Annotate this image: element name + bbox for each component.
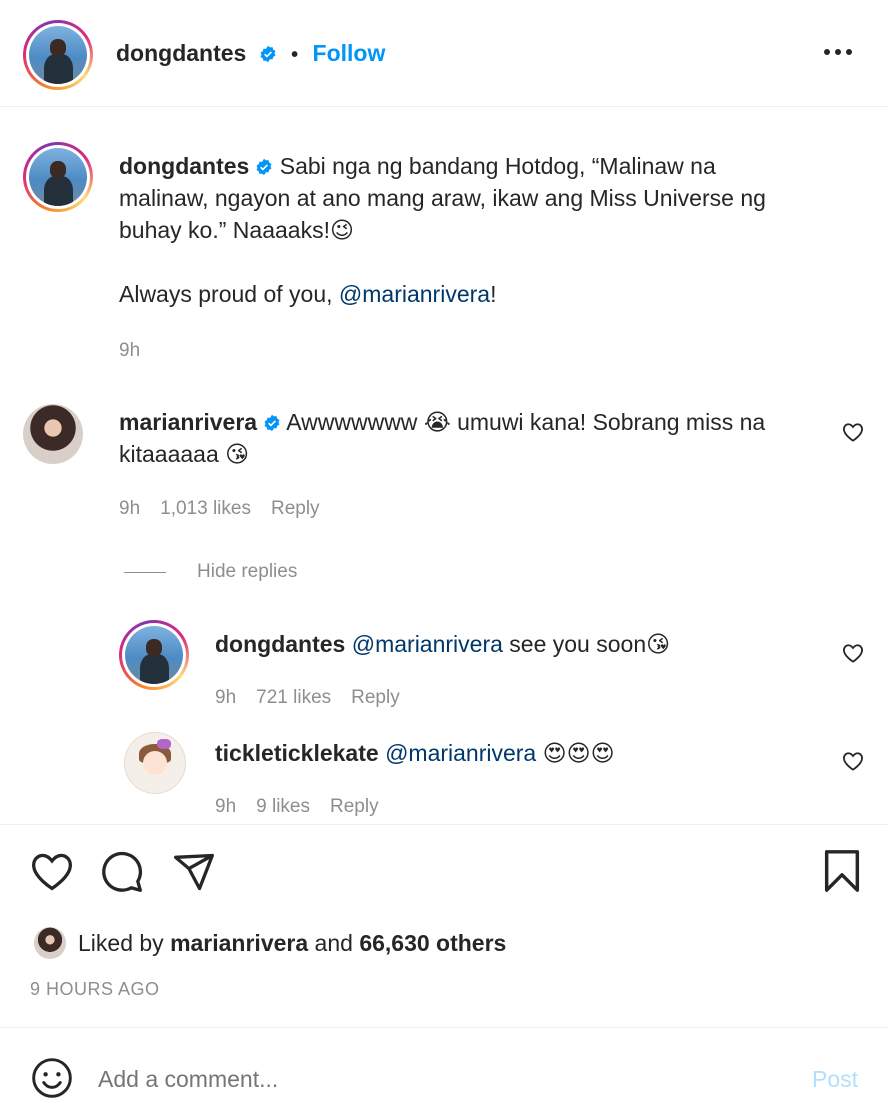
header-username-row: dongdantes • Follow xyxy=(116,40,385,67)
heart-icon[interactable] xyxy=(30,850,74,892)
comment-icon[interactable] xyxy=(100,850,144,894)
comment-text-part1: Awwwwwww xyxy=(286,409,418,435)
reply-body: see you soon xyxy=(509,631,647,657)
caption-text: dongdantes Sabi nga ng bandang Hotdog, “… xyxy=(119,150,839,310)
comment-time[interactable]: 9h xyxy=(119,498,140,519)
reply-like-heart-icon[interactable] xyxy=(842,643,864,663)
reply-avatar-dongdantes[interactable] xyxy=(119,620,189,690)
comment-reply-button[interactable]: Reply xyxy=(271,498,320,519)
liked-by-text: Liked by marianrivera and 66,630 others xyxy=(78,930,506,957)
comment-box-divider xyxy=(0,1027,888,1028)
reply-meta: 9h 9 likes Reply xyxy=(215,796,399,818)
caption-avatar[interactable] xyxy=(23,142,93,212)
reply-username[interactable]: dongdantes xyxy=(215,631,345,657)
reply-mention[interactable]: @marianrivera xyxy=(385,740,536,766)
reply-likes[interactable]: 9 likes xyxy=(256,796,310,817)
comment-text: marianrivera Awwwwwww 😭 umuwi kana! Sobr… xyxy=(119,406,819,470)
liked-by-prefix: Liked by xyxy=(78,930,171,956)
reply-mention[interactable]: @marianrivera xyxy=(352,631,503,657)
actions-divider xyxy=(0,824,888,825)
more-options-icon[interactable] xyxy=(823,47,853,57)
post-timestamp[interactable]: 9 HOURS AGO xyxy=(30,979,160,1000)
caption-username[interactable]: dongdantes xyxy=(119,153,249,179)
post-button[interactable]: Post xyxy=(812,1066,858,1093)
smiley-icon[interactable] xyxy=(30,1056,74,1100)
liked-by-user[interactable]: marianrivera xyxy=(170,930,308,956)
comment-likes[interactable]: 1,013 likes xyxy=(160,498,251,519)
caption-line4-prefix: Always proud of you, xyxy=(119,281,339,307)
reply-time[interactable]: 9h xyxy=(215,796,236,817)
bookmark-icon[interactable] xyxy=(822,848,862,894)
share-icon[interactable] xyxy=(172,850,216,894)
reply-username[interactable]: tickleticklekate xyxy=(215,740,379,766)
caption-line3: buhay ko.” Naaaaks! xyxy=(119,217,330,243)
caption-mention[interactable]: @marianrivera xyxy=(339,281,490,307)
reply-like-heart-icon[interactable] xyxy=(842,751,864,771)
verified-badge-icon xyxy=(256,158,272,176)
liked-by-avatar[interactable] xyxy=(34,927,66,959)
reply-text: dongdantes @marianrivera see you soon😘 xyxy=(215,628,815,660)
hide-replies-button[interactable]: Hide replies xyxy=(197,561,297,583)
verified-badge-icon xyxy=(264,414,280,432)
follow-button[interactable]: Follow xyxy=(313,40,386,66)
caption-line4-suffix: ! xyxy=(490,281,497,307)
header-username[interactable]: dongdantes xyxy=(116,40,246,66)
heart-eyes-emoji: 😍😍😍 xyxy=(542,740,615,766)
reply-text: tickleticklekate @marianrivera 😍😍😍 xyxy=(215,737,815,769)
comment-avatar-marianrivera[interactable] xyxy=(23,404,83,464)
crying-emoji: 😭 xyxy=(423,409,451,435)
reply-meta: 9h 721 likes Reply xyxy=(215,687,420,709)
hide-replies-line xyxy=(124,572,166,573)
header-dot: • xyxy=(291,44,299,66)
liked-by-middle: and xyxy=(308,930,360,956)
kiss-emoji: 😘 xyxy=(225,441,250,467)
liked-by-others[interactable]: 66,630 others xyxy=(359,930,506,956)
header-divider xyxy=(0,106,888,107)
reply-time[interactable]: 9h xyxy=(215,687,236,708)
caption-line2: malinaw, ngayon at ano mang araw, ikaw a… xyxy=(119,185,766,211)
comment-meta: 9h 1,013 likes Reply xyxy=(119,498,340,520)
comment-text-line2: kitaaaaaa xyxy=(119,441,219,467)
header-avatar[interactable] xyxy=(23,20,93,90)
comment-text-part2: umuwi kana! Sobrang miss na xyxy=(457,409,766,435)
kiss-emoji: 😘 xyxy=(646,631,671,657)
comment-like-heart-icon[interactable] xyxy=(842,422,864,442)
comment-username[interactable]: marianrivera xyxy=(119,409,257,435)
caption-line1: Sabi nga ng bandang Hotdog, “Malinaw na xyxy=(279,153,716,179)
add-comment-input[interactable] xyxy=(96,1060,780,1098)
reply-likes[interactable]: 721 likes xyxy=(256,687,331,708)
verified-badge-icon xyxy=(260,45,276,63)
reply-avatar-tickleticklekate[interactable] xyxy=(124,732,186,794)
caption-time[interactable]: 9h xyxy=(119,340,140,362)
reply-reply-button[interactable]: Reply xyxy=(330,796,379,817)
reply-reply-button[interactable]: Reply xyxy=(351,687,400,708)
wink-emoji: 😉 xyxy=(329,217,354,243)
